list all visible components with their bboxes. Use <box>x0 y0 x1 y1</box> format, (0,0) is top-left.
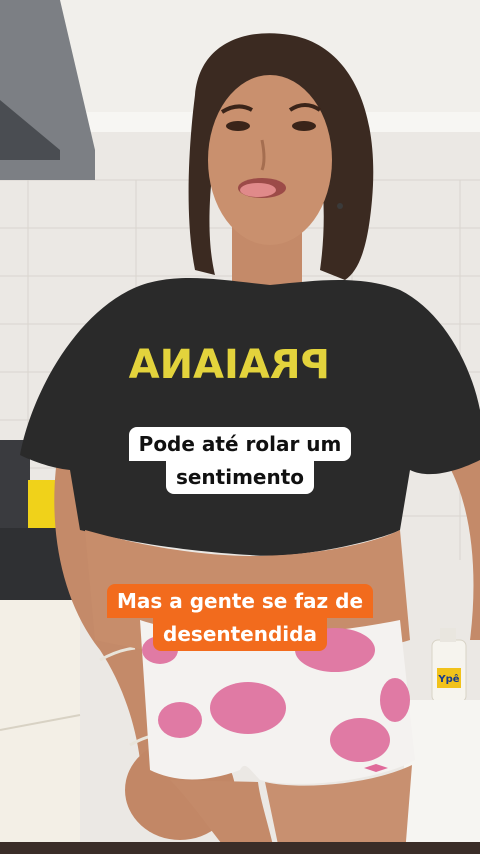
shirt-print: PRAIANA <box>129 342 330 388</box>
caption-top: Pode até rolar um sentimento <box>0 427 480 494</box>
bottle-brand-label: Ypê <box>437 673 459 685</box>
left-eye <box>226 121 250 131</box>
right-eye <box>292 121 316 131</box>
caption-bottom-line-1: Mas a gente se faz de <box>106 584 374 618</box>
caption-top-line-2: sentimento <box>165 460 315 494</box>
caption-top-line-1: Pode até rolar um <box>128 427 352 461</box>
face <box>208 75 332 245</box>
earring-icon <box>337 203 343 209</box>
tongue <box>240 183 276 197</box>
floor <box>404 700 480 854</box>
caption-bottom-line-2: desentendida <box>153 617 327 651</box>
caption-bottom: Mas a gente se faz de desentendida <box>0 584 480 651</box>
